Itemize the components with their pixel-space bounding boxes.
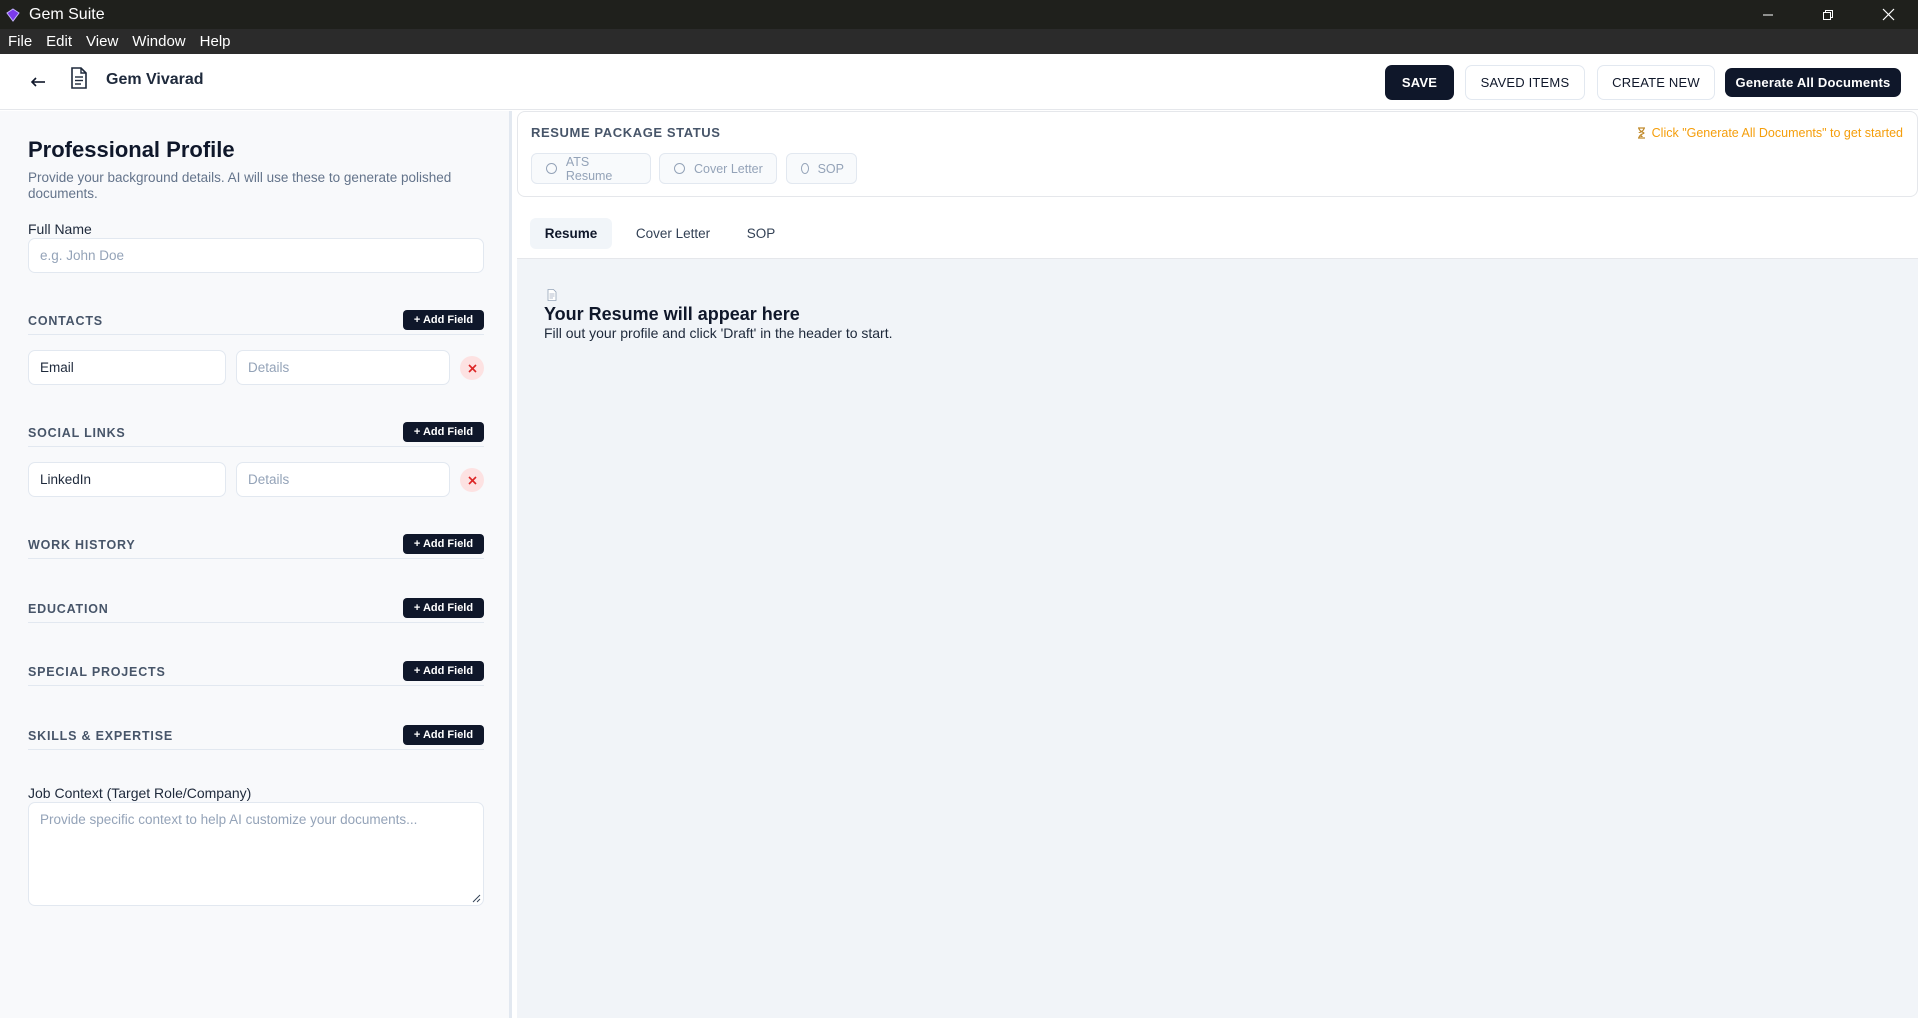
pending-circle-icon [546, 163, 557, 174]
add-education-button[interactable]: + Add Field [403, 598, 484, 618]
status-item-label: SOP [817, 161, 844, 176]
remove-social-button[interactable] [460, 468, 484, 492]
job-context-placeholder: Provide specific context to help AI cust… [40, 812, 418, 827]
create-new-button[interactable]: CREATE NEW [1597, 65, 1715, 100]
tab-cover-letter[interactable]: Cover Letter [625, 218, 721, 249]
window-title-bar: Gem Suite [0, 0, 1918, 29]
close-icon[interactable] [1858, 0, 1918, 29]
tab-sop[interactable]: SOP [731, 218, 791, 249]
menu-file[interactable]: File [0, 29, 39, 54]
status-cover-letter: Cover Letter [659, 153, 777, 184]
education-section-header: EDUCATION + Add Field [28, 593, 484, 623]
contacts-section-title: CONTACTS [28, 314, 103, 328]
social-links-section-header: SOCIAL LINKS + Add Field [28, 417, 484, 447]
social-links-section-title: SOCIAL LINKS [28, 426, 126, 440]
document-name: Gem Vivarad [106, 71, 204, 88]
status-item-label: ATS Resume [565, 154, 613, 183]
add-contact-field-button[interactable]: + Add Field [403, 310, 484, 330]
work-history-section-title: WORK HISTORY [28, 538, 136, 552]
status-hint-text: Click "Generate All Documents" to get st… [1651, 126, 1903, 140]
profile-panel: Professional Profile Provide your backgr… [0, 111, 512, 1018]
app-header: Gem Vivarad SAVE SAVED ITEMS CREATE NEW … [0, 54, 1918, 110]
document-icon [547, 289, 557, 301]
special-projects-section-title: SPECIAL PROJECTS [28, 665, 166, 679]
tab-resume[interactable]: Resume [530, 218, 612, 249]
skills-section-header: SKILLS & EXPERTISE + Add Field [28, 720, 484, 750]
hourglass-icon [1637, 127, 1645, 139]
saved-items-button[interactable]: SAVED ITEMS [1465, 65, 1585, 100]
generate-all-documents-button[interactable]: Generate All Documents [1725, 68, 1901, 97]
menu-help[interactable]: Help [193, 29, 238, 54]
education-section-title: EDUCATION [28, 602, 109, 616]
app-logo-icon [5, 7, 21, 23]
window-title: Gem Suite [29, 5, 105, 23]
restore-icon[interactable] [1798, 0, 1858, 29]
arrow-left-icon[interactable] [28, 70, 48, 94]
social-value-input[interactable]: Details [236, 462, 450, 497]
job-context-textarea[interactable]: Provide specific context to help AI cust… [28, 802, 484, 906]
add-special-project-button[interactable]: + Add Field [403, 661, 484, 681]
contact-value-input[interactable]: Details [236, 350, 450, 385]
contacts-section-header: CONTACTS + Add Field [28, 305, 484, 335]
profile-subtitle: Provide your background details. AI will… [28, 170, 452, 201]
menu-edit[interactable]: Edit [39, 29, 79, 54]
special-projects-section-header: SPECIAL PROJECTS + Add Field [28, 656, 484, 686]
status-sop: SOP [786, 153, 857, 184]
preview-title: Your Resume will appear here [544, 304, 800, 324]
remove-contact-button[interactable] [460, 356, 484, 380]
add-work-history-button[interactable]: + Add Field [403, 534, 484, 554]
package-status-card: RESUME PACKAGE STATUS Click "Generate Al… [517, 111, 1918, 197]
social-key-input[interactable]: LinkedIn [28, 462, 226, 497]
add-skill-button[interactable]: + Add Field [403, 725, 484, 745]
job-context-label: Job Context (Target Role/Company) [28, 785, 252, 801]
document-tabs: Resume Cover Letter SOP [517, 211, 1918, 259]
resize-handle-icon[interactable] [471, 893, 481, 903]
save-button[interactable]: SAVE [1385, 65, 1454, 100]
menu-view[interactable]: View [79, 29, 125, 54]
profile-title: Professional Profile [28, 137, 235, 162]
add-social-link-button[interactable]: + Add Field [403, 422, 484, 442]
document-icon [70, 67, 88, 89]
close-icon [467, 475, 477, 485]
full-name-label: Full Name [28, 221, 92, 237]
minimize-icon[interactable] [1738, 0, 1798, 29]
menu-window[interactable]: Window [125, 29, 192, 54]
document-preview: Your Resume will appear here Fill out yo… [517, 259, 1918, 1018]
pending-circle-icon [801, 163, 809, 174]
skills-section-title: SKILLS & EXPERTISE [28, 729, 173, 743]
status-item-label: Cover Letter [694, 161, 763, 176]
work-history-section-header: WORK HISTORY + Add Field [28, 529, 484, 559]
full-name-input[interactable]: e.g. John Doe [28, 238, 484, 273]
pending-circle-icon [674, 163, 685, 174]
close-icon [467, 363, 477, 373]
package-status-title: RESUME PACKAGE STATUS [531, 125, 721, 140]
menu-bar: File Edit View Window Help [0, 29, 1918, 54]
status-ats-resume: ATS Resume [531, 153, 651, 184]
status-hint: Click "Generate All Documents" to get st… [1637, 126, 1903, 140]
window-controls [1738, 0, 1918, 29]
contact-key-input[interactable]: Email [28, 350, 226, 385]
preview-subtitle: Fill out your profile and click 'Draft' … [544, 325, 893, 341]
